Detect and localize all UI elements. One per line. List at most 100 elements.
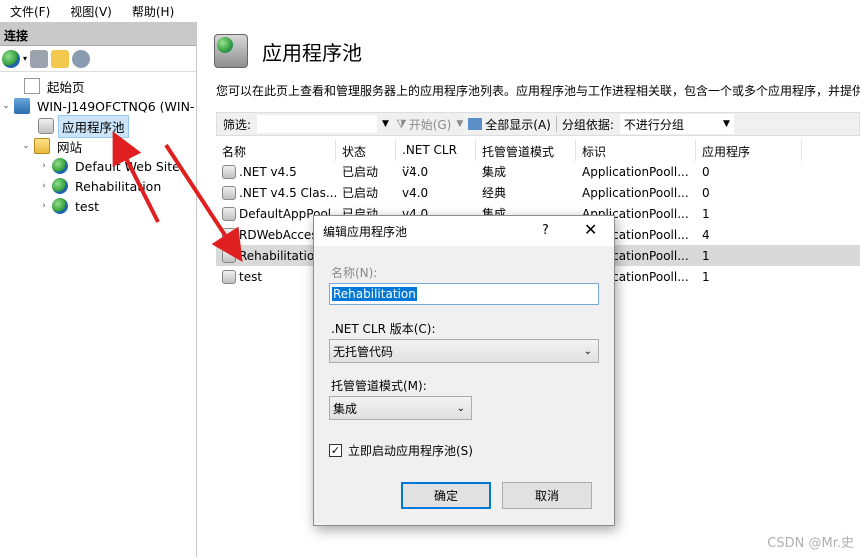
- autostart-label: 立即启动应用程序池(S): [348, 444, 473, 458]
- funnel-icon: ⧩: [395, 116, 407, 131]
- table-row[interactable]: .NET v4.5 Clas... 已启动 v4.0 经典 ApplicationPoo…: [216, 182, 860, 203]
- save-icon[interactable]: [30, 49, 49, 68]
- pipeline-mode-label: 托管管道模式(M):: [331, 379, 427, 393]
- page-description: 您可以在此页上查看和管理服务器上的应用程序池列表。应用程序池与工作进程相关联，包…: [216, 84, 860, 98]
- cell-name: test: [239, 269, 263, 284]
- cell-name: Rehabilitation: [239, 248, 322, 263]
- tree-item-server[interactable]: ⌄ WIN-J149OFCTNQ6 (WIN-: [0, 96, 197, 116]
- chevron-down-icon[interactable]: ⌄: [0, 101, 12, 111]
- tree-item-site[interactable]: › Rehabilitation: [38, 176, 164, 196]
- close-icon[interactable]: ✕: [584, 220, 597, 239]
- cell-apps: 1: [702, 248, 710, 263]
- sites-folder-icon: [34, 138, 50, 154]
- column-header-apps[interactable]: 应用程序: [696, 140, 802, 161]
- chevron-down-icon[interactable]: ⌄: [20, 141, 32, 151]
- chevron-down-icon: ⌄: [583, 345, 592, 357]
- help-icon[interactable]: ?: [542, 223, 549, 238]
- chevron-right-icon[interactable]: ›: [38, 181, 50, 191]
- tree-item-label: 起始页: [47, 79, 85, 95]
- cell-status: 已启动: [342, 165, 379, 179]
- cancel-button[interactable]: 取消: [502, 482, 592, 509]
- start-page-icon: [24, 78, 40, 94]
- tree-item-sites[interactable]: ⌄ 网站: [20, 136, 85, 156]
- cell-apps: 0: [702, 185, 710, 200]
- start-filter-button[interactable]: 开始(G): [409, 116, 452, 133]
- chevron-right-icon[interactable]: ›: [38, 161, 50, 171]
- clr-version-select[interactable]: 无托管代码 ⌄: [329, 339, 599, 363]
- column-header-pipeline[interactable]: 托管管道模式: [476, 140, 576, 161]
- cell-name: .NET v4.5: [239, 164, 297, 179]
- app-pool-icon: [222, 269, 236, 284]
- clr-version-label: .NET CLR 版本(C):: [331, 322, 436, 336]
- group-by-select[interactable]: 不进行分组 ▼: [619, 114, 734, 134]
- chevron-down-icon: ▼: [722, 119, 730, 129]
- connections-header: 连接: [0, 22, 196, 46]
- filter-label: 筛选:: [223, 117, 252, 132]
- app-pool-icon: [222, 206, 236, 221]
- name-label: 名称(N):: [331, 266, 378, 280]
- cell-pipeline: 经典: [482, 186, 507, 200]
- chevron-right-icon[interactable]: ›: [38, 201, 50, 211]
- tree-item-label: Rehabilitation: [75, 178, 162, 194]
- column-header-name[interactable]: 名称: [216, 140, 336, 161]
- tree-item-start-page[interactable]: 起始页: [10, 76, 88, 96]
- tree-item-label: Default Web Site: [75, 158, 180, 174]
- show-all-icon: [468, 118, 483, 130]
- pipeline-mode-select[interactable]: 集成 ⌄: [329, 396, 472, 420]
- chevron-down-icon[interactable]: ▼: [377, 119, 394, 129]
- table-row[interactable]: .NET v4.5 已启动 v4.0 集成 ApplicationPooll... 0: [216, 161, 860, 182]
- dialog-titlebar: 编辑应用程序池 ? ✕: [314, 216, 614, 246]
- page-title: 应用程序池: [262, 40, 362, 65]
- up-folder-icon[interactable]: [51, 49, 70, 68]
- tree-item-label: 网站: [57, 139, 83, 155]
- table-header: 名称 状态 .NET CLR ... 托管管道模式 标识 应用程序: [216, 140, 860, 171]
- filter-input[interactable]: [257, 115, 378, 133]
- watermark: CSDN @Mr.史: [767, 536, 854, 551]
- dialog-title: 编辑应用程序池: [323, 224, 408, 239]
- cell-apps: 0: [702, 164, 710, 179]
- app-pool-icon: [214, 34, 248, 68]
- globe-icon: [52, 178, 68, 194]
- app-pool-icon: [222, 227, 236, 242]
- page-header: 应用程序池: [214, 34, 362, 68]
- connections-pane: 连接 ▾ 起始页 ⌄ WIN-J149OFCTNQ6 (WIN- 应用程序池 ⌄…: [0, 22, 197, 557]
- autostart-checkbox[interactable]: ✓: [329, 444, 342, 457]
- connections-toolbar: ▾: [0, 46, 196, 72]
- menu-file[interactable]: 文件(F): [0, 3, 60, 20]
- menu-bar: 文件(F) 视图(V) 帮助(H): [0, 0, 860, 22]
- chevron-down-icon[interactable]: ▾: [23, 54, 27, 63]
- app-pool-icon: [38, 118, 54, 134]
- cell-clr: v4.0: [402, 185, 429, 200]
- tree-item-label: test: [75, 198, 100, 214]
- cell-pipeline: 集成: [482, 165, 507, 179]
- server-icon: [14, 98, 30, 114]
- cell-clr: v4.0: [402, 164, 429, 179]
- cell-status: 已启动: [342, 186, 379, 200]
- name-field[interactable]: Rehabilitation: [329, 283, 599, 305]
- cell-name: RDWebAccess: [239, 227, 324, 242]
- tree-item-site[interactable]: › Default Web Site: [38, 156, 183, 176]
- filter-bar: 筛选: ▼ ⧩ 开始(G) ▼ 全部显示(A) 分组依据: 不进行分组 ▼: [216, 112, 860, 136]
- connections-tree: 起始页 ⌄ WIN-J149OFCTNQ6 (WIN- 应用程序池 ⌄ 网站 ›…: [0, 72, 196, 214]
- menu-help[interactable]: 帮助(H): [122, 3, 184, 20]
- column-header-status[interactable]: 状态: [336, 140, 396, 161]
- column-header-identity[interactable]: 标识: [576, 140, 696, 161]
- show-all-button[interactable]: 全部显示(A): [485, 116, 551, 133]
- column-header-clr[interactable]: .NET CLR ...: [396, 140, 476, 171]
- name-value: Rehabilitation: [332, 287, 417, 301]
- globe-icon: [52, 158, 68, 174]
- app-pool-icon: [222, 248, 236, 263]
- app-pool-icon: [222, 164, 236, 179]
- menu-view[interactable]: 视图(V): [60, 3, 122, 20]
- group-by-label: 分组依据:: [561, 117, 614, 132]
- chevron-down-icon[interactable]: ▼: [451, 119, 468, 129]
- tree-item-label: 应用程序池: [58, 114, 129, 138]
- autostart-row: ✓ 立即启动应用程序池(S): [329, 442, 473, 459]
- connect-icon[interactable]: [2, 49, 20, 68]
- cell-identity: ApplicationPooll...: [582, 185, 689, 200]
- cell-apps: 1: [702, 206, 710, 221]
- tree-item-app-pools[interactable]: 应用程序池: [24, 114, 129, 138]
- tree-item-site[interactable]: › test: [38, 196, 102, 216]
- disconnect-icon[interactable]: [72, 49, 91, 68]
- ok-button[interactable]: 确定: [401, 482, 491, 509]
